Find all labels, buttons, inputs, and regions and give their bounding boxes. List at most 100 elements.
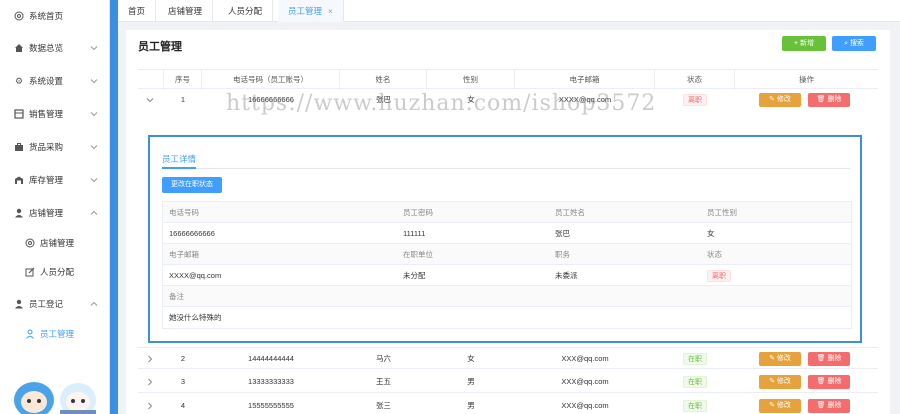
gear-icon: ⚙ [14,75,24,86]
tab-employee-detail[interactable]: 员工详情 [162,153,196,165]
value-email: XXXX@qq.com [169,271,222,280]
table-header: 序号 电话号码（员工账号） 姓名 性别 电子邮箱 状态 操作 [138,69,878,90]
search-button[interactable]: ⌕ 搜索 [832,36,876,51]
sidebar-item-label: 系统首页 [29,11,64,21]
column-header-actions: 操作 [799,75,814,84]
value-unit: 未分配 [403,271,426,280]
tab-employee-management[interactable]: 员工管理 × [278,0,344,22]
warehouse-icon [14,175,24,185]
tab-store-management[interactable]: 店铺管理 [158,0,214,22]
sidebar-subitem-store-management[interactable]: 店铺管理 [0,233,110,253]
cell-name: 王五 [376,377,391,386]
cell-gender: 男 [467,401,475,410]
sidebar-item-label: 员工管理 [40,329,75,339]
chevron-up-icon [90,301,98,306]
sidebar-item-label: 数据总览 [29,43,64,53]
sidebar-scroll-strip [110,0,118,414]
edit-button[interactable]: ✎ 修改 [759,399,801,413]
sidebar-item-employee-registration[interactable]: 员工登记 [0,294,110,314]
cell-phone: 15555555555 [248,401,294,410]
sidebar-item-store-management[interactable]: 店铺管理 [0,203,110,223]
grid-icon [14,109,24,119]
chevron-down-icon[interactable] [146,96,154,104]
cell-gender: 女 [467,354,475,363]
cell-name: 马六 [376,354,391,363]
label-password: 员工密码 [403,208,433,217]
table-row[interactable]: 4 15555555555 张三 男 XXX@qq.com 在职 ✎ 修改 🗑 … [138,395,878,414]
settings-circle-icon [14,11,24,21]
cell-name: 张三 [376,401,391,410]
sidebar-item-purchasing[interactable]: 货品采购 [0,137,110,157]
label-phone: 电话号码 [169,208,199,217]
sidebar-subitem-staff-assignment[interactable]: 人员分配 [0,262,110,282]
detail-label-row: 电子邮箱 在职单位 职务 状态 [163,244,851,265]
chevron-right-icon[interactable] [146,378,154,386]
delete-button[interactable]: 🗑 删除 [808,375,850,389]
cell-email: XXX@qq.com [561,354,609,363]
briefcase-icon [14,142,24,152]
chevron-down-icon [90,79,98,84]
value-status: 离职 [701,265,731,286]
watermark: https://www.huzhan.com/ishop3572 [226,91,657,116]
label-email: 电子邮箱 [169,250,199,259]
chevron-up-icon [90,210,98,215]
column-header-name: 姓名 [340,70,427,90]
detail-label-row: 备注 [163,286,851,307]
sidebar-item-label: 货品采购 [29,142,64,152]
delete-button[interactable]: 🗑 删除 [808,399,850,413]
detail-grid: 电话号码 员工密码 员工姓名 员工性别 16666666666 111111 张… [162,201,852,329]
settings-circle-icon [25,238,35,248]
sidebar-item-inventory[interactable]: 库存管理 [0,170,110,190]
change-status-button[interactable]: 更改在职状态 [162,177,222,193]
edit-icon [25,267,35,277]
edit-button[interactable]: ✎ 修改 [759,375,801,389]
detail-value-row: XXXX@qq.com 未分配 未委派 离职 [163,265,851,286]
cell-no: 3 [180,377,186,386]
delete-button[interactable]: 🗑 删除 [808,352,850,366]
sidebar-item-data-overview[interactable]: 数据总览 [0,38,110,58]
status-badge: 在职 [683,353,707,365]
sidebar-item-label: 店铺管理 [29,208,64,218]
table-row[interactable]: 2 14444444444 马六 女 XXX@qq.com 在职 ✎ 修改 🗑 … [138,347,878,369]
cell-phone: 13333333333 [248,377,294,386]
tab-home[interactable]: 首页 [118,0,157,22]
tab-divider [162,168,850,169]
sidebar-subitem-employee-management[interactable]: 员工管理 [0,324,110,344]
edit-button[interactable]: ✎ 修改 [759,352,801,366]
label-note: 备注 [169,292,184,301]
sidebar: 系统首页 数据总览 ⚙ 系统设置 销售管理 货品采购 库存管理 店铺管理 店铺管… [0,0,110,414]
column-header-expand [138,70,164,90]
tab-staff-assignment[interactable]: 人员分配 [218,0,274,22]
home-icon [14,43,24,53]
add-button[interactable]: + 新增 [782,36,826,51]
sidebar-item-system-settings[interactable]: ⚙ 系统设置 [0,71,110,91]
chevron-right-icon[interactable] [146,355,154,363]
status-badge: 在职 [683,376,707,388]
chevron-right-icon[interactable] [146,402,154,410]
value-gender: 女 [707,229,715,238]
cell-no: 2 [180,354,186,363]
value-password: 111111 [403,229,426,238]
cell-email: XXX@qq.com [561,377,609,386]
tab-active-indicator [162,167,196,169]
sidebar-item-sales[interactable]: 销售管理 [0,104,110,124]
edit-button[interactable]: ✎ 修改 [759,93,801,107]
column-header-status: 状态 [655,70,735,90]
user-icon [14,208,24,218]
value-note: 她没什么特殊的 [169,313,222,322]
sidebar-item-system-home[interactable]: 系统首页 [0,6,110,26]
sidebar-item-label: 库存管理 [29,175,64,185]
close-icon[interactable]: × [328,7,333,16]
cell-email: XXX@qq.com [561,401,609,410]
label-position: 职务 [555,250,570,259]
sidebar-item-label: 销售管理 [29,109,64,119]
table-row[interactable]: 3 13333333333 王五 男 XXX@qq.com 在职 ✎ 修改 🗑 … [138,371,878,393]
value-position: 未委派 [555,271,578,280]
label-name: 员工姓名 [555,208,585,217]
employee-detail-panel: 员工详情 更改在职状态 电话号码 员工密码 员工姓名 员工性别 16666666… [148,135,862,343]
cell-no: 4 [180,401,186,410]
delete-button[interactable]: 🗑 删除 [808,93,850,107]
sidebar-item-label: 系统设置 [29,76,64,86]
cell-status: 在职 [655,371,735,393]
cell-status: 离职 [655,89,735,111]
